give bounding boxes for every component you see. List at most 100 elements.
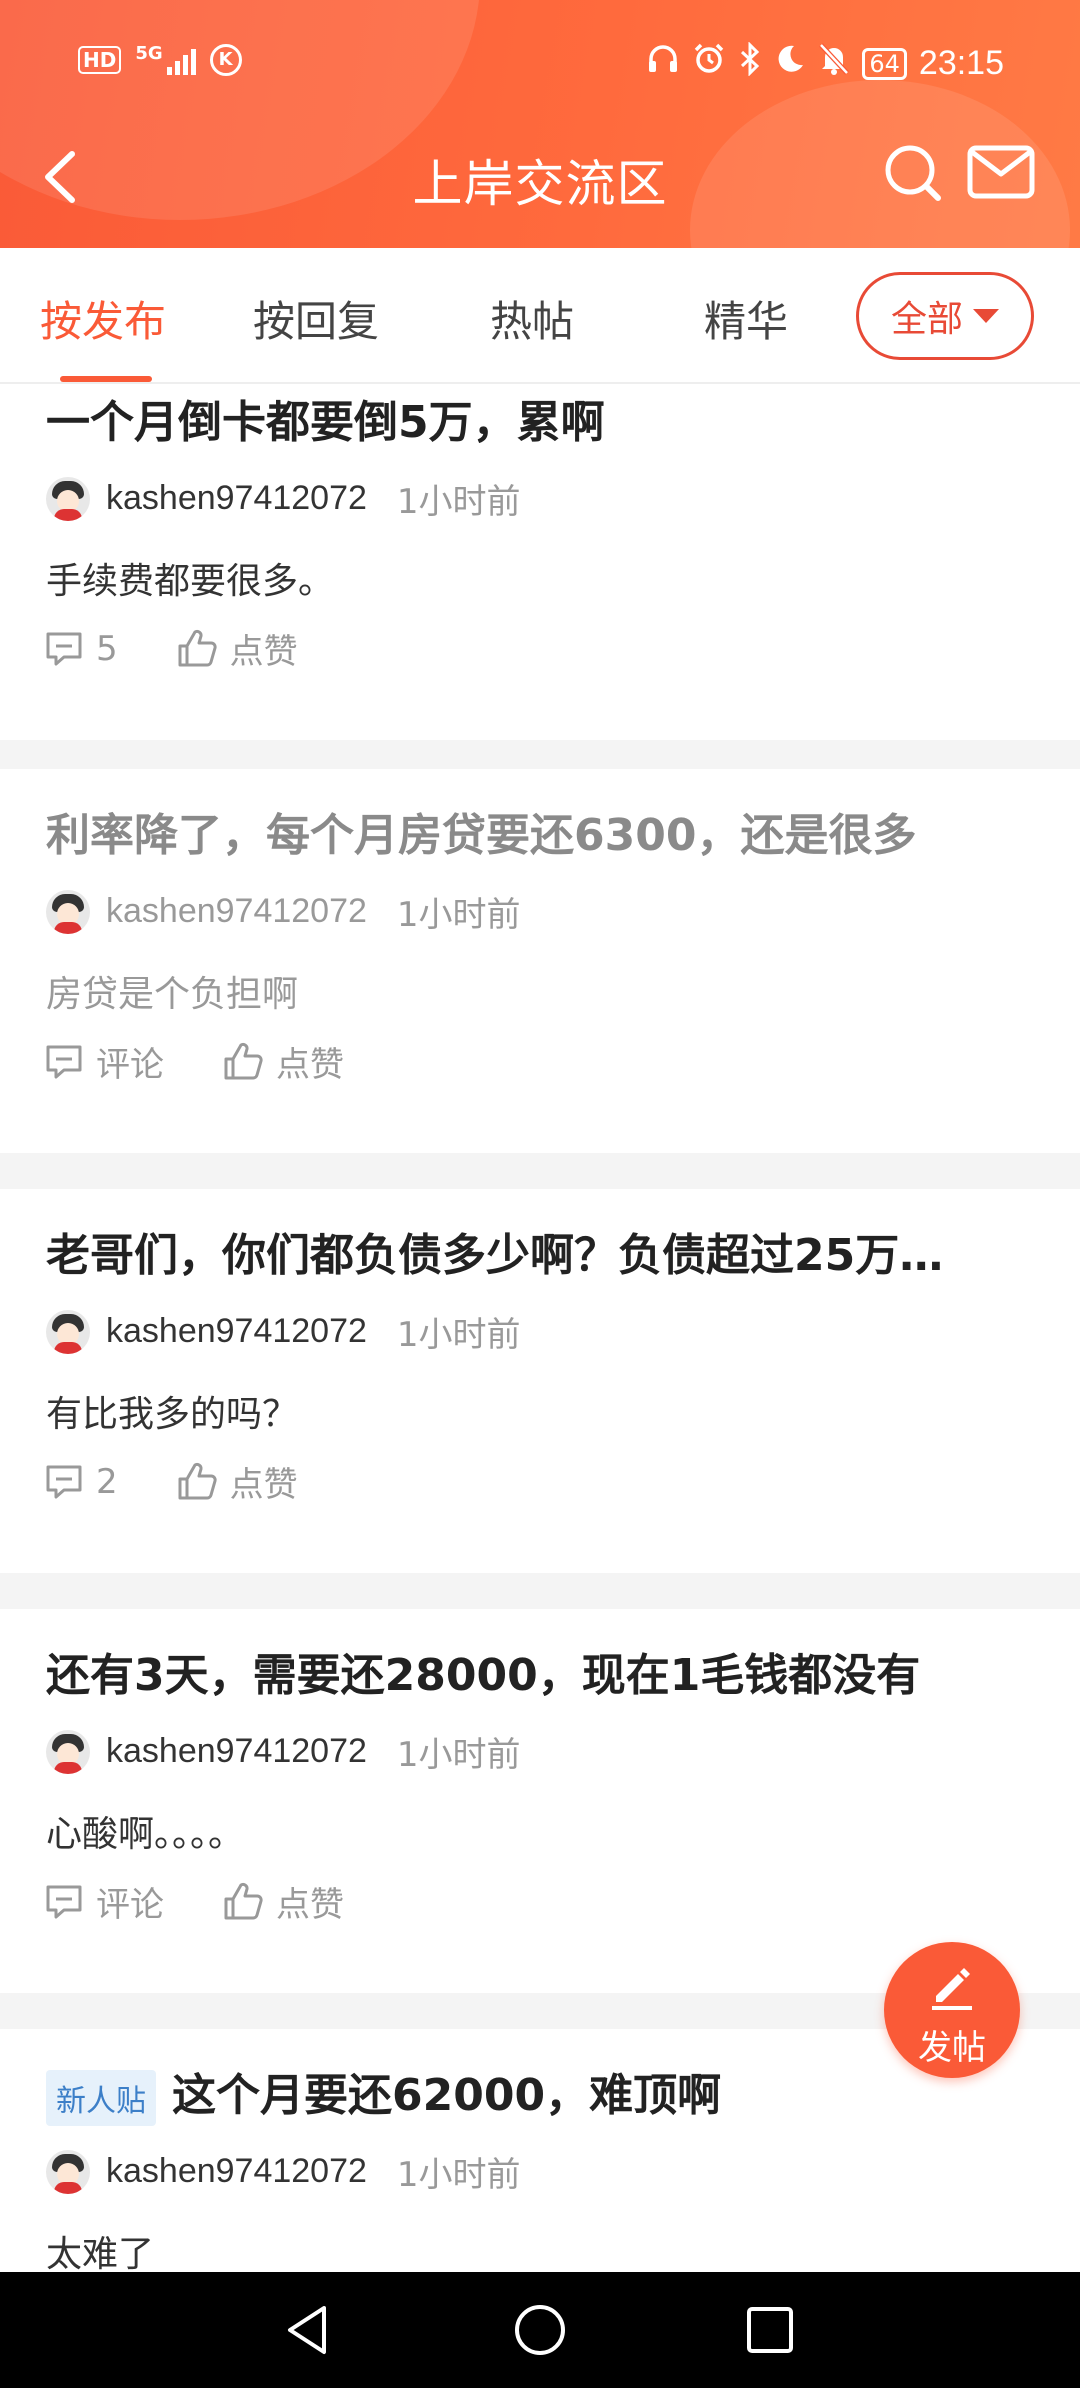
status-bar: HD 5G K 64 23:15: [0, 36, 1080, 92]
nav-bar: 上岸交流区: [0, 130, 1080, 220]
post-time: 1小时前: [396, 1735, 521, 1775]
comment-button[interactable]: 2: [44, 1462, 118, 1502]
new-post-badge: 新人贴: [46, 2070, 156, 2126]
post-meta: kashen97412072 1小时前: [46, 1727, 521, 1776]
like-label: 点赞: [229, 632, 298, 672]
post-card[interactable]: 一个月倒卡都要倒5万，累啊 kashen97412072 1小时前 手续费都要很…: [0, 386, 1080, 740]
post-time: 1小时前: [396, 482, 521, 522]
thumbs-up-icon: [178, 629, 217, 666]
avatar[interactable]: [46, 1309, 90, 1354]
avatar[interactable]: [46, 476, 90, 521]
filter-label: 全部: [890, 299, 963, 340]
moon-icon: [774, 43, 806, 84]
post-title-row[interactable]: 新人贴 这个月要还62000，难顶啊: [46, 2059, 721, 2126]
headphones-icon: [646, 42, 680, 85]
post-body[interactable]: 手续费都要很多。: [46, 552, 334, 604]
triangle-back-icon: [288, 2306, 326, 2354]
post-body[interactable]: 心酸啊。。。。: [46, 1805, 244, 1857]
post-actions: 评论 点赞: [44, 1037, 344, 1086]
post-title[interactable]: 这个月要还62000，难顶啊: [172, 2070, 721, 2121]
post-card[interactable]: 老哥们，你们都负债多少啊？负债超过25万… kashen97412072 1小时…: [0, 1189, 1080, 1573]
avatar[interactable]: [46, 1729, 90, 1774]
like-label: 点赞: [229, 1465, 298, 1505]
post-card[interactable]: 还有3天，需要还28000，现在1毛钱都没有 kashen97412072 1小…: [0, 1609, 1080, 1993]
comment-count: 2: [96, 1461, 118, 1502]
avatar[interactable]: [46, 889, 90, 934]
thumbs-up-icon: [224, 1882, 263, 1919]
clock: 23:15: [918, 44, 1004, 82]
system-recents-button[interactable]: [742, 2302, 798, 2358]
post-body[interactable]: 有比我多的吗？: [46, 1385, 298, 1437]
message-button[interactable]: [966, 144, 1036, 200]
author-name[interactable]: kashen97412072: [106, 1312, 367, 1351]
pencil-icon: [932, 1968, 972, 2010]
author-name[interactable]: kashen97412072: [106, 479, 367, 518]
tab-by-reply[interactable]: 按回复: [253, 288, 379, 349]
signal-icon: [166, 45, 196, 75]
post-meta: kashen97412072 1小时前: [46, 474, 521, 523]
post-actions: 5 点赞: [44, 624, 298, 673]
like-button[interactable]: 点赞: [222, 1037, 344, 1086]
system-nav-bar: [0, 2272, 1080, 2388]
system-back-button[interactable]: [280, 2302, 336, 2358]
search-icon: [885, 145, 941, 201]
comment-button[interactable]: 评论: [44, 1877, 164, 1926]
comment-icon: [46, 1885, 82, 1918]
comment-icon: [46, 1465, 82, 1498]
like-button[interactable]: 点赞: [176, 1457, 298, 1506]
post-card[interactable]: 利率降了，每个月房贷要还6300，还是很多 kashen97412072 1小时…: [0, 769, 1080, 1153]
post-time: 1小时前: [396, 895, 521, 935]
active-tab-indicator: [60, 376, 152, 382]
avatar[interactable]: [46, 2149, 90, 2194]
post-title[interactable]: 一个月倒卡都要倒5万，累啊: [46, 386, 605, 450]
mute-bell-icon: [818, 42, 850, 85]
post-actions: 评论 点赞: [44, 1877, 344, 1926]
search-button[interactable]: [880, 140, 946, 206]
comment-button[interactable]: 评论: [44, 1037, 164, 1086]
like-label: 点赞: [276, 1885, 344, 1925]
post-body[interactable]: 太难了: [46, 2225, 154, 2272]
like-button[interactable]: 点赞: [176, 624, 298, 673]
tab-hot[interactable]: 热帖: [490, 288, 574, 349]
author-name[interactable]: kashen97412072: [106, 2152, 367, 2191]
like-button[interactable]: 点赞: [222, 1877, 344, 1926]
new-post-label: 发帖: [918, 2028, 986, 2068]
post-actions: 2 点赞: [44, 1457, 298, 1506]
post-title[interactable]: 利率降了，每个月房贷要还6300，还是很多: [46, 799, 916, 863]
thumbs-up-icon: [224, 1042, 263, 1079]
system-home-button[interactable]: [512, 2302, 568, 2358]
new-post-button[interactable]: 发帖: [884, 1942, 1020, 2078]
comment-button[interactable]: 5: [44, 629, 118, 669]
bluetooth-icon: [738, 41, 762, 85]
hd-indicator: HD: [78, 46, 122, 74]
post-meta: kashen97412072 1小时前: [46, 1307, 521, 1356]
comment-count: 评论: [96, 1885, 164, 1925]
alarm-icon: [692, 42, 726, 85]
tab-featured[interactable]: 精华: [704, 288, 788, 349]
post-time: 1小时前: [396, 2155, 521, 2195]
post-title[interactable]: 老哥们，你们都负债多少啊？负债超过25万…: [46, 1219, 943, 1283]
filter-dropdown[interactable]: 全部: [856, 272, 1034, 360]
k-app-icon: K: [209, 44, 242, 76]
comment-icon: [46, 632, 82, 665]
app-header: HD 5G K 64 23:15 上岸交流区: [0, 0, 1080, 248]
dropdown-arrow-icon: [973, 309, 999, 323]
comment-count: 5: [96, 628, 118, 669]
post-meta: kashen97412072 1小时前: [46, 2147, 521, 2196]
comment-count: 评论: [96, 1045, 164, 1085]
post-body[interactable]: 房贷是个负担啊: [46, 965, 298, 1017]
post-title[interactable]: 还有3天，需要还28000，现在1毛钱都没有: [46, 1639, 920, 1703]
circle-home-icon: [515, 2305, 565, 2355]
battery-indicator: 64: [862, 47, 907, 80]
thumbs-up-icon: [178, 1462, 217, 1499]
like-label: 点赞: [276, 1045, 344, 1085]
tab-by-post[interactable]: 按发布: [40, 288, 166, 349]
status-right: 64 23:15: [646, 41, 1004, 85]
post-meta: kashen97412072 1小时前: [46, 887, 521, 936]
network-type: 5G: [135, 42, 163, 64]
comment-icon: [46, 1045, 82, 1078]
author-name[interactable]: kashen97412072: [106, 892, 367, 931]
square-recents-icon: [747, 2307, 793, 2353]
author-name[interactable]: kashen97412072: [106, 1732, 367, 1771]
mail-icon: [967, 145, 1035, 199]
